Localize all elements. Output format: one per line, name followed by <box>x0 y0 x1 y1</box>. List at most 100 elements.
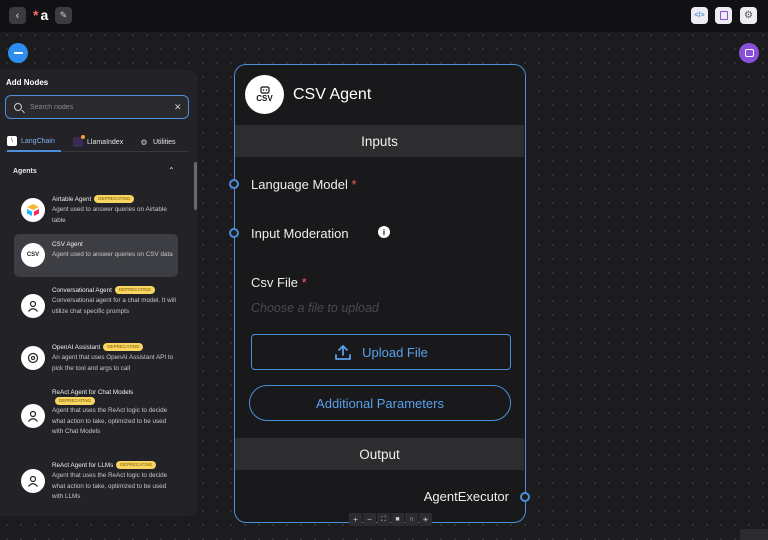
unsaved-marker: * <box>33 7 39 23</box>
flow-title-text: a <box>40 7 49 23</box>
settings-button[interactable]: ⚙ <box>740 7 757 24</box>
utilities-icon: ⚙ <box>140 137 148 147</box>
status-badge: DEPRECATING <box>114 286 156 295</box>
output-label: AgentExecutor <box>423 489 509 504</box>
search-icon <box>14 103 22 111</box>
minus-icon <box>13 52 23 54</box>
item-name-text: ReAct Agent for Chat Models <box>52 389 134 396</box>
openai-icon <box>21 346 45 370</box>
tab-llamaindex[interactable]: LlamaIndex <box>73 132 133 152</box>
top-bar: ‹ * a ✎ </> ⚙ <box>0 0 768 32</box>
csv-icon: CSV <box>21 243 45 267</box>
lock-button[interactable]: ■ <box>391 513 404 526</box>
theme-button[interactable]: ☀ <box>419 513 432 526</box>
node-tabs: \ LangChain LlamaIndex ⚙ Utilities <box>5 132 189 152</box>
list-item[interactable]: ReAct Agent for LLMs DEPRECATING Agent th… <box>14 458 178 502</box>
chat-button[interactable] <box>739 43 759 63</box>
minus-icon: − <box>367 515 372 524</box>
item-name-text: ReAct Agent for LLMs <box>52 462 114 469</box>
input-moderation-label: Input Moderation <box>251 226 349 241</box>
item-description: Conversational agent for a chat model. I… <box>52 297 176 315</box>
item-name: Conversational Agent DEPRECATING <box>52 286 156 295</box>
upload-file-button[interactable]: Upload File <box>251 334 511 370</box>
zoom-out-button[interactable]: − <box>363 513 376 526</box>
search-input[interactable] <box>30 103 170 111</box>
tab-label: Utilities <box>153 138 176 146</box>
item-description: Agent that uses the ReAct logic to decid… <box>52 407 168 435</box>
agent-icon <box>21 469 45 493</box>
status-badge: DEPRECATING <box>55 397 96 406</box>
tab-langchain[interactable]: \ LangChain <box>7 132 61 152</box>
zoom-in-button[interactable]: + <box>349 513 362 526</box>
section-header-agents: Agents <box>13 168 37 175</box>
tab-utilities[interactable]: ⚙ Utilities <box>139 132 189 152</box>
csv-logo-text: CSV <box>256 94 273 103</box>
item-name: ReAct Agent for Chat ModelsDEPRECATING <box>52 388 176 406</box>
info-icon[interactable]: i <box>378 226 390 238</box>
canvas-controls: + − ⛶ ■ ∩ ☀ <box>349 513 432 526</box>
list-item[interactable]: Airtable Agent DEPRECATING Agent used to … <box>14 190 178 230</box>
upload-label: Upload File <box>362 344 428 360</box>
list-item-selected[interactable]: CSV CSV Agent Agent used to answer queri… <box>14 234 178 277</box>
item-name: OpenAI Assistant DEPRECATING <box>52 343 144 352</box>
tab-label: LangChain <box>21 137 55 145</box>
chat-icon <box>744 49 754 57</box>
item-name-text: Conversational Agent <box>52 287 112 294</box>
item-description: Agent that uses the ReAct logic to decid… <box>52 472 168 500</box>
node-title: CSV Agent <box>293 86 372 103</box>
flow-title: * a <box>33 7 48 23</box>
file-placeholder: Choose a file to upload <box>251 301 379 315</box>
agent-icon <box>21 404 45 428</box>
edit-title-button[interactable]: ✎ <box>55 7 72 24</box>
field-label-text: Language Model <box>251 177 348 192</box>
scrollbar[interactable] <box>194 162 197 210</box>
code-icon: </> <box>694 12 705 19</box>
list-item[interactable]: Conversational Agent DEPRECATING Conversa… <box>14 282 178 332</box>
search-box: ✕ <box>5 95 189 119</box>
input-moderation-handle[interactable] <box>229 228 239 238</box>
status-badge: DEPRECATING <box>116 461 157 470</box>
item-name-text: Airtable Agent <box>52 196 92 203</box>
list-item[interactable]: ReAct Agent for Chat ModelsDEPRECATING A… <box>14 386 178 448</box>
collapse-add-nodes-button[interactable] <box>8 43 28 63</box>
sun-icon: ☀ <box>422 516 429 524</box>
llamaindex-icon <box>73 135 85 147</box>
langchain-icon: \ <box>7 136 17 146</box>
chevron-up-icon[interactable]: ⌃ <box>168 166 175 175</box>
item-name: ReAct Agent for LLMs DEPRECATING <box>52 461 157 470</box>
magnet-button[interactable]: ∩ <box>405 513 418 526</box>
agent-icon <box>21 294 45 318</box>
output-handle[interactable] <box>520 492 530 502</box>
item-description: Agent used to answer queries on CSV data <box>52 251 173 258</box>
fit-view-icon: ⛶ <box>381 515 386 523</box>
close-icon[interactable]: ✕ <box>174 102 182 113</box>
add-nodes-panel: Add Nodes ✕ \ LangChain LlamaIndex ⚙ Uti… <box>0 70 198 516</box>
fit-view-button[interactable]: ⛶ <box>377 513 390 526</box>
csv-icon: CSV <box>245 75 284 114</box>
settings-icon: ⚙ <box>744 10 753 21</box>
inputs-header: Inputs <box>235 125 524 157</box>
csv-icon-text: CSV <box>26 252 40 258</box>
tab-label: LlamaIndex <box>87 138 124 146</box>
status-badge: DEPRECATING <box>103 343 144 352</box>
item-name-text: OpenAI Assistant <box>52 344 101 351</box>
language-model-handle[interactable] <box>229 179 239 189</box>
csv-file-label: Csv File * <box>251 275 307 290</box>
back-button[interactable]: ‹ <box>9 7 26 24</box>
api-code-button[interactable]: </> <box>691 7 708 24</box>
status-badge: DEPRECATING <box>94 195 135 204</box>
item-name: CSV Agent <box>52 241 83 248</box>
plus-icon: + <box>353 515 358 524</box>
csv-agent-node[interactable]: CSV CSV Agent Inputs Language Model * In… <box>229 64 530 523</box>
item-name: Airtable Agent DEPRECATING <box>52 195 135 204</box>
minimap-corner <box>740 529 768 540</box>
additional-parameters-button[interactable]: Additional Parameters <box>249 385 511 421</box>
lock-icon: ■ <box>395 516 400 523</box>
save-icon <box>719 11 728 20</box>
save-flow-button[interactable] <box>715 7 732 24</box>
field-label-text: Csv File <box>251 275 298 290</box>
output-header: Output <box>235 438 524 470</box>
list-item[interactable]: OpenAI Assistant DEPRECATING An agent tha… <box>14 338 178 378</box>
required-marker: * <box>301 275 307 290</box>
panel-title: Add Nodes <box>6 78 49 87</box>
